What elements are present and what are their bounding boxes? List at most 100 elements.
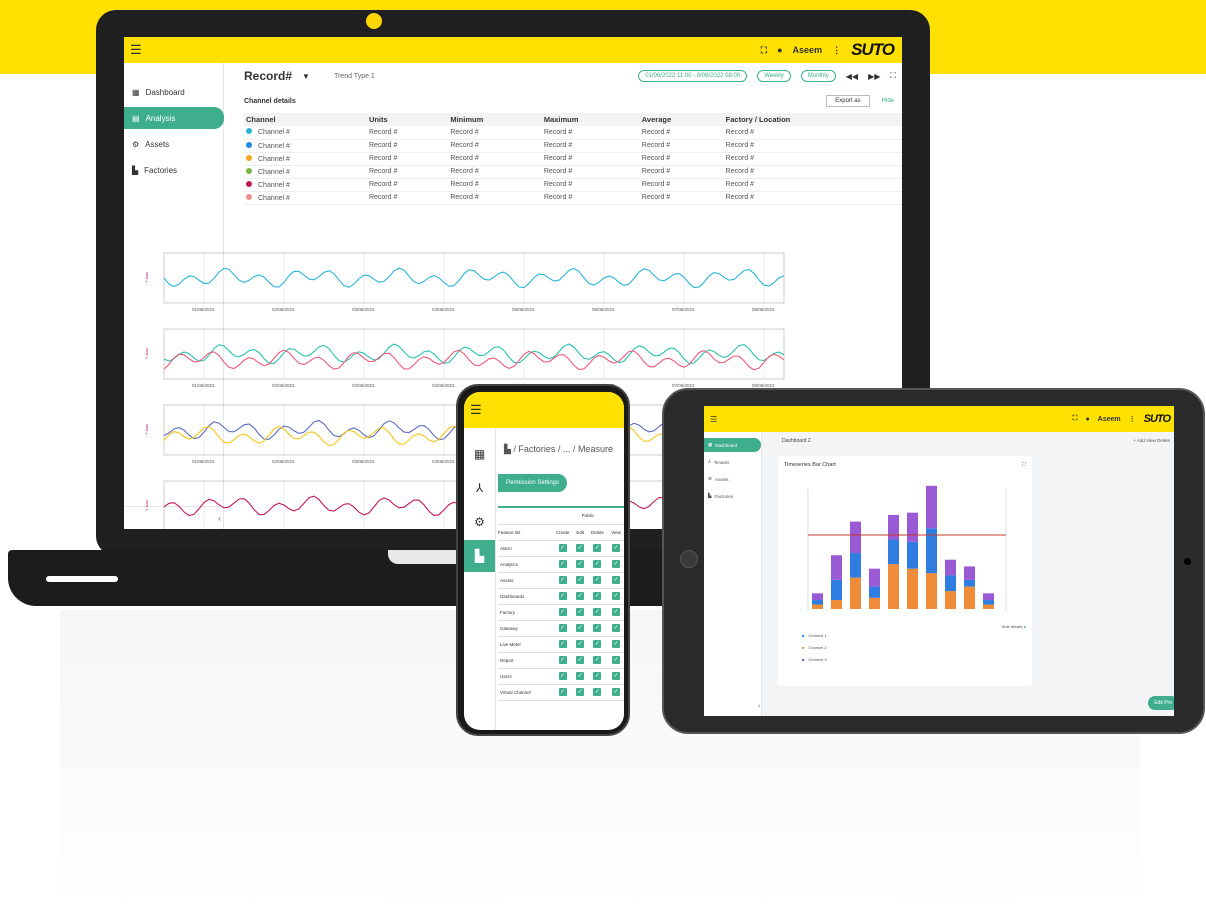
permission-checkbox[interactable]: ✓ <box>612 544 621 552</box>
permission-checkbox[interactable]: ✓ <box>558 640 567 648</box>
factory-icon[interactable]: ▙ <box>464 540 495 572</box>
fullscreen-icon[interactable]: ⛶ <box>890 71 896 81</box>
user-icon[interactable]: ● <box>777 45 782 55</box>
permission-checkbox[interactable]: ✓ <box>612 576 621 584</box>
dashboard-select[interactable]: Dashboard 2 <box>782 438 811 444</box>
permission-checkbox[interactable]: ✓ <box>576 544 585 552</box>
monthly-button[interactable]: Monthly <box>800 70 836 82</box>
phone-top-bar: ☰ <box>464 392 624 428</box>
assets-icon[interactable]: ⚙ <box>464 506 495 538</box>
permission-checkbox[interactable]: ✓ <box>558 608 567 616</box>
collapse-icon[interactable]: ‹ <box>758 703 760 710</box>
trend-type[interactable]: Trend Type 1 <box>334 73 375 80</box>
more-icon[interactable]: ⋮ <box>832 45 841 56</box>
permission-checkbox[interactable]: ✓ <box>593 656 602 664</box>
tenants-icon[interactable]: ⅄ <box>464 472 495 504</box>
permission-checkbox[interactable]: ✓ <box>576 560 585 568</box>
chevron-down-icon[interactable]: ▼ <box>302 72 310 81</box>
sidebar-item-factories[interactable]: ▙ Factories <box>124 159 224 181</box>
fullscreen-icon[interactable]: ⛶ <box>761 45 767 56</box>
forward-icon[interactable]: ▶▶ <box>868 72 880 81</box>
permission-checkbox[interactable]: ✓ <box>593 592 602 600</box>
table-cell: Record # <box>639 191 724 205</box>
column-header: Minimum <box>448 113 542 126</box>
hide-button[interactable]: Hide <box>882 98 894 104</box>
permission-checkbox[interactable]: ✓ <box>593 576 602 584</box>
permission-checkbox[interactable]: ✓ <box>576 624 585 632</box>
user-name[interactable]: Aseem <box>1098 416 1121 423</box>
table-row[interactable]: Channel # Record # Record # Record # Record … <box>244 126 902 140</box>
menu-icon[interactable]: ☰ <box>710 415 717 424</box>
menu-icon[interactable]: ☰ <box>470 402 482 418</box>
bar-segment <box>869 597 880 609</box>
permission-checkbox[interactable]: ✓ <box>593 688 602 696</box>
edit-button[interactable]: Edit Pro <box>1148 696 1174 710</box>
fullscreen-icon[interactable]: ⛶ <box>1073 415 1078 423</box>
permission-checkbox[interactable]: ✓ <box>558 656 567 664</box>
rewind-icon[interactable]: ◀◀ <box>846 72 858 81</box>
table-row[interactable]: Channel # Record # Record # Record # Record … <box>244 139 902 153</box>
sidebar-item-assets[interactable]: ⚙ Assets <box>124 133 224 155</box>
more-icon[interactable]: ⋮ <box>1129 415 1136 423</box>
permission-checkbox[interactable]: ✓ <box>558 624 567 632</box>
table-row[interactable]: Channel # Record # Record # Record # Record … <box>244 178 902 192</box>
date-range-picker[interactable]: 01/06/2022 11:00 - 8/06/2022 08:00 <box>638 70 748 82</box>
sidebar-item-dashboard[interactable]: ▦ Dashboard <box>124 81 224 103</box>
sidebar-item-assets[interactable]: ⚙ Assets <box>704 472 761 486</box>
expand-icon[interactable]: ⛶ <box>1022 462 1026 469</box>
table-cell: Record # <box>448 165 542 179</box>
permission-checkbox[interactable]: ✓ <box>612 608 621 616</box>
table-row[interactable]: Channel # Record # Record # Record # Record … <box>244 191 902 205</box>
permission-checkbox[interactable]: ✓ <box>558 560 567 568</box>
series-line <box>163 267 785 289</box>
permission-checkbox[interactable]: ✓ <box>576 672 585 680</box>
record-select[interactable]: Record# <box>244 69 292 83</box>
permission-checkbox[interactable]: ✓ <box>612 672 621 680</box>
permission-checkbox[interactable]: ✓ <box>558 688 567 696</box>
export-select[interactable]: Export as <box>826 95 870 107</box>
permission-checkbox[interactable]: ✓ <box>576 656 585 664</box>
date-tick: 01/06/2022 <box>192 459 215 464</box>
user-icon[interactable]: ● <box>1085 416 1089 423</box>
weekly-button[interactable]: Weekly <box>757 70 791 82</box>
permission-checkbox[interactable]: ✓ <box>593 544 602 552</box>
permission-checkbox[interactable]: ✓ <box>576 688 585 696</box>
permission-checkbox[interactable]: ✓ <box>612 624 621 632</box>
dashboard-actions[interactable]: + Add View Delete <box>1133 438 1170 443</box>
permission-checkbox[interactable]: ✓ <box>576 576 585 584</box>
permission-checkbox[interactable]: ✓ <box>558 672 567 680</box>
permission-col-header: View <box>608 524 624 541</box>
sidebar-item-analysis[interactable]: ▤ Analysis <box>124 107 224 129</box>
tablet-main: Dashboard 2 + Add View Delete Timeseries… <box>762 432 1174 716</box>
sidebar-item-factories[interactable]: ▙ Factories <box>704 489 761 503</box>
permission-checkbox[interactable]: ✓ <box>593 560 602 568</box>
sidebar-item-tenants[interactable]: ⅄ Tenants <box>704 455 761 469</box>
permission-checkbox[interactable]: ✓ <box>593 624 602 632</box>
permission-checkbox[interactable]: ✓ <box>612 560 621 568</box>
y-axis-label: Y Axis <box>144 348 149 359</box>
dashboard-icon[interactable]: ▦ <box>464 438 495 470</box>
permission-checkbox[interactable]: ✓ <box>593 672 602 680</box>
permission-checkbox[interactable]: ✓ <box>558 576 567 584</box>
toggle-icon[interactable]: ● <box>1024 624 1026 629</box>
table-row[interactable]: Channel # Record # Record # Record # Record … <box>244 165 902 179</box>
permission-checkbox[interactable]: ✓ <box>576 608 585 616</box>
permission-checkbox[interactable]: ✓ <box>612 656 621 664</box>
permission-checkbox[interactable]: ✓ <box>558 544 567 552</box>
permission-checkbox[interactable]: ✓ <box>576 592 585 600</box>
hide-details-link[interactable]: Hide details <box>1002 624 1023 629</box>
permission-checkbox[interactable]: ✓ <box>593 640 602 648</box>
permission-checkbox[interactable]: ✓ <box>612 640 621 648</box>
laptop-slot <box>46 576 118 582</box>
permission-settings-button[interactable]: Permission Settings <box>498 474 568 492</box>
permission-checkbox[interactable]: ✓ <box>558 592 567 600</box>
permission-checkbox[interactable]: ✓ <box>612 688 621 696</box>
sidebar-item-dashboard[interactable]: ▦ Dashboard <box>704 438 761 452</box>
user-name[interactable]: Aseem <box>793 45 823 55</box>
menu-icon[interactable]: ☰ <box>130 42 142 58</box>
permission-checkbox[interactable]: ✓ <box>576 640 585 648</box>
permission-checkbox[interactable]: ✓ <box>612 592 621 600</box>
permission-checkbox[interactable]: ✓ <box>593 608 602 616</box>
table-row[interactable]: Channel # Record # Record # Record # Record … <box>244 152 902 166</box>
bar-segment <box>831 555 842 580</box>
